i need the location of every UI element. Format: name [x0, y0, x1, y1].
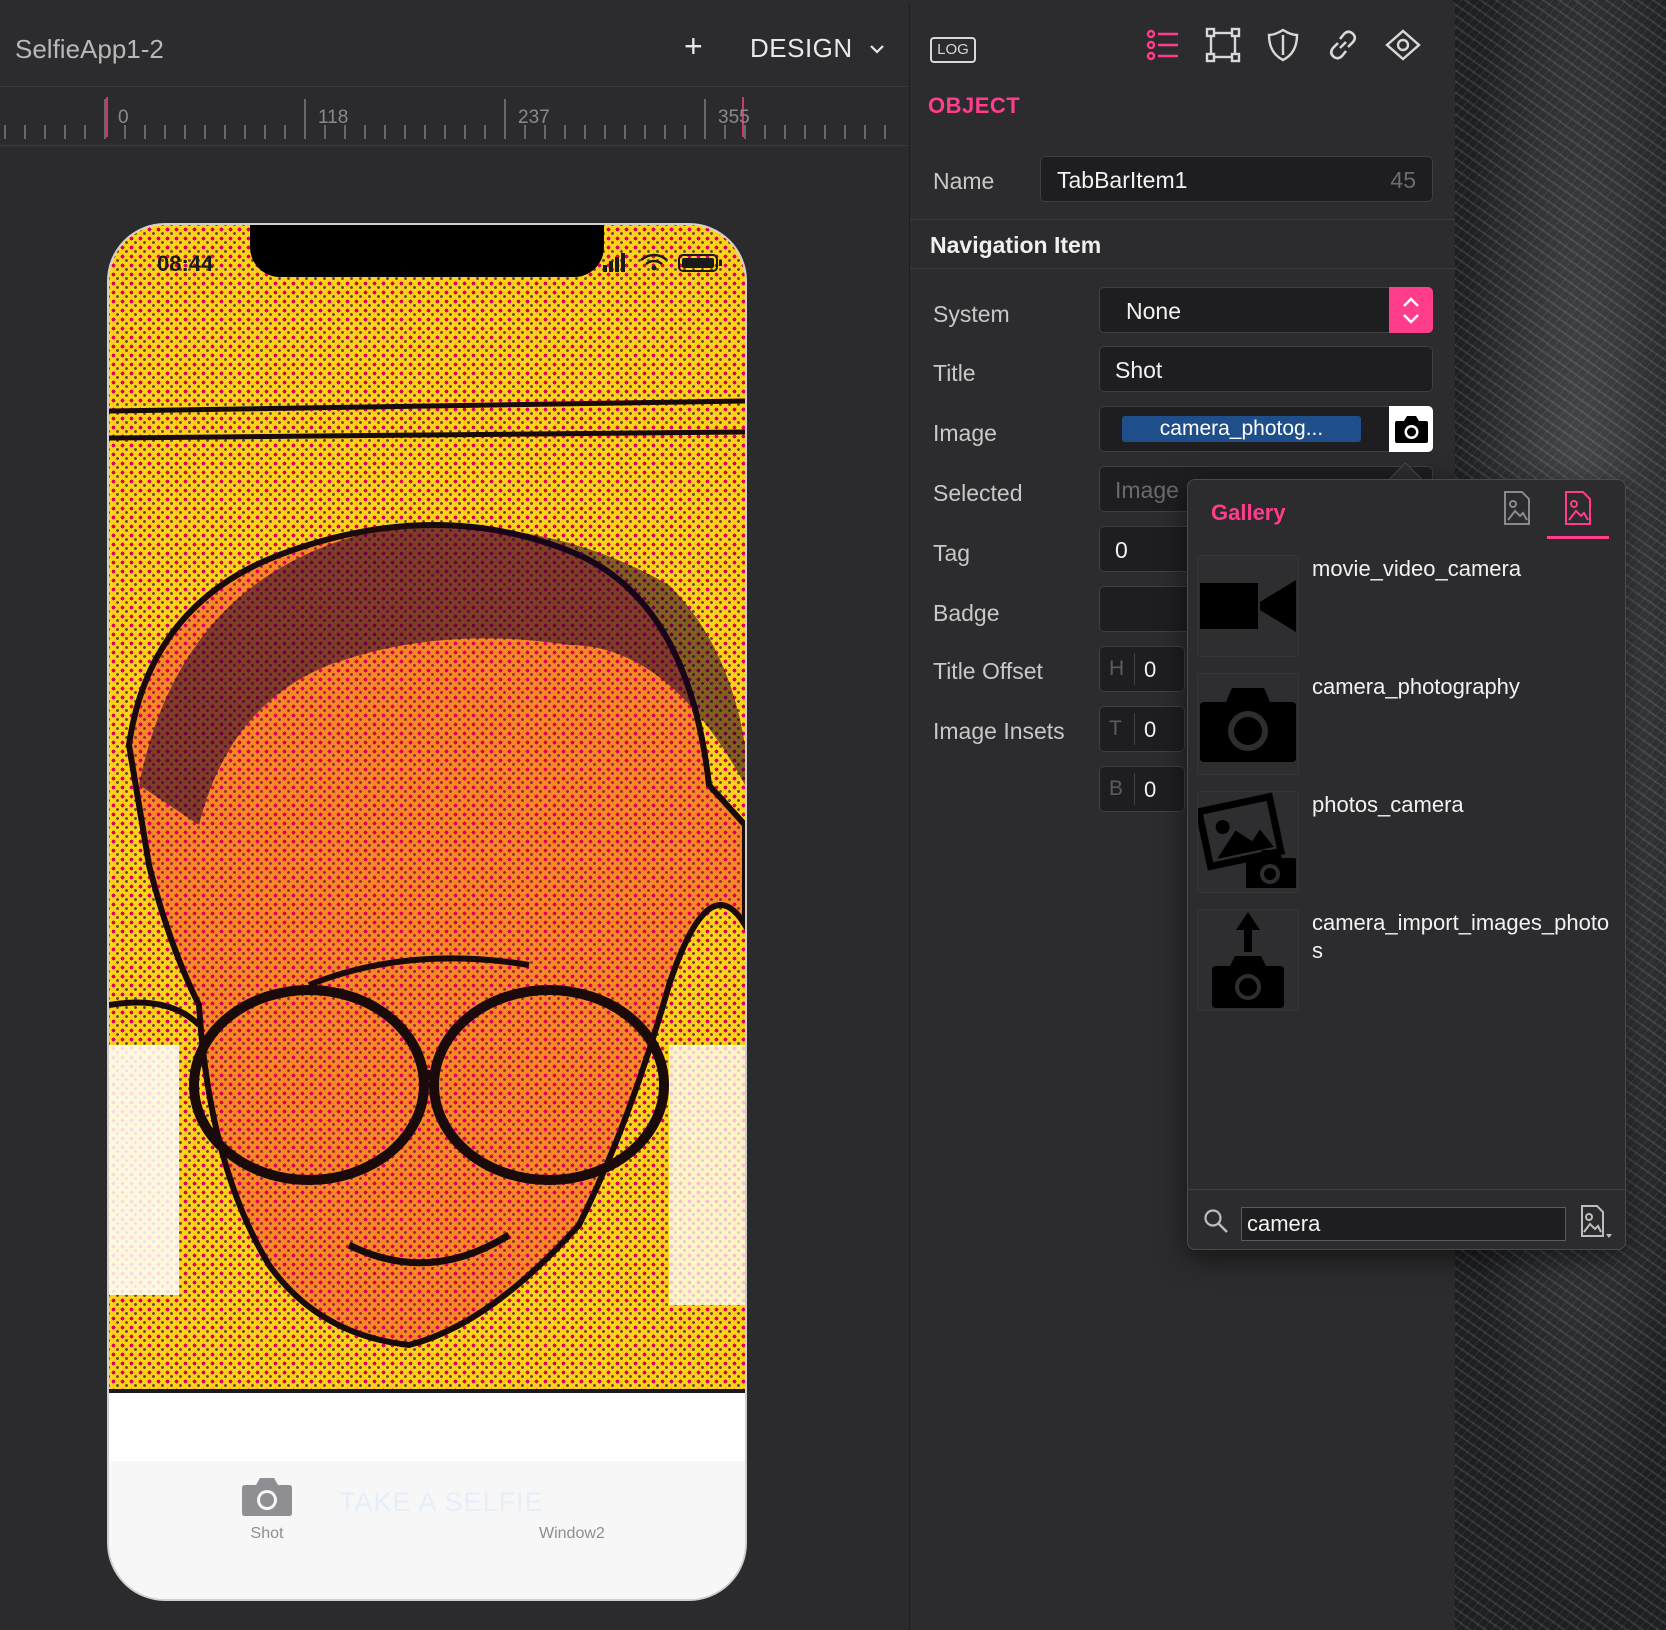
frame-icon[interactable]: [1205, 27, 1241, 63]
image-library-icon[interactable]: [1562, 490, 1594, 526]
image-insets-t-value: 0: [1144, 717, 1157, 742]
shield-icon[interactable]: [1265, 27, 1301, 63]
design-mode-button[interactable]: DESIGN: [750, 33, 853, 64]
selfie-image: [109, 225, 745, 1393]
section-object-heading: OBJECT: [928, 93, 1021, 118]
tag-value: 0: [1115, 537, 1128, 563]
name-value: TabBarItem1: [1057, 167, 1188, 193]
gallery-title: Gallery: [1211, 500, 1286, 525]
gallery-item-label: camera_import_images_photos: [1312, 910, 1610, 963]
tab-bar: Shot TAKE A SELFIE Window2: [109, 1461, 745, 1599]
gallery-item-camera-import-images-photos[interactable]: camera_import_images_photos: [1197, 909, 1617, 1011]
separator: [1134, 773, 1135, 805]
movie-video-camera-icon: [1197, 555, 1299, 657]
gallery-item-photos-camera[interactable]: photos_camera: [1197, 791, 1617, 893]
gallery-search-input[interactable]: [1241, 1207, 1566, 1241]
add-button[interactable]: +: [684, 28, 703, 65]
selected-label: Selected: [933, 480, 1023, 506]
t-prefix: T: [1109, 717, 1122, 740]
image-insets-label: Image Insets: [933, 718, 1065, 744]
name-field[interactable]: TabBarItem1 45: [1040, 156, 1433, 202]
image-import-icon[interactable]: [1578, 1204, 1614, 1240]
gallery-item-camera-photography[interactable]: camera_photography: [1197, 673, 1617, 775]
wifi-icon: [640, 253, 668, 266]
status-icons: [603, 253, 722, 272]
image-insets-t-field[interactable]: T 0: [1099, 706, 1185, 752]
link-icon[interactable]: [1325, 27, 1361, 63]
tab-window2[interactable]: Window2: [539, 1525, 605, 1543]
select-stepper[interactable]: [1389, 287, 1433, 333]
active-tab-indicator: [1547, 536, 1609, 539]
title-offset-h-field[interactable]: H 0: [1099, 646, 1185, 692]
camera-import-icon: [1197, 909, 1299, 1011]
chevron-down-icon[interactable]: [868, 40, 886, 58]
search-icon: [1204, 1209, 1228, 1233]
camera-photography-icon: [1197, 673, 1299, 775]
b-prefix: B: [1109, 777, 1124, 800]
gallery-item-label: photos_camera: [1312, 792, 1464, 817]
title-offset-h-value: 0: [1144, 657, 1157, 682]
divider: [910, 268, 1455, 269]
image-field[interactable]: camera_photog...: [1099, 406, 1433, 452]
status-time: 08:44: [157, 251, 214, 276]
tab-shot[interactable]: Shot: [234, 1525, 300, 1543]
separator: [1134, 653, 1135, 685]
ruler-ticks: [4, 97, 886, 139]
gallery-item-movie-video-camera[interactable]: movie_video_camera: [1197, 555, 1617, 657]
phone-notch: [250, 225, 604, 277]
tag-label: Tag: [933, 540, 971, 566]
title-offset-label: Title Offset: [933, 658, 1043, 684]
project-title: SelfieApp1-2: [15, 34, 164, 64]
system-select[interactable]: None: [1099, 287, 1433, 333]
image-picker-button[interactable]: [1389, 406, 1433, 452]
system-value: None: [1126, 298, 1181, 324]
ruler-label-237: 237: [518, 107, 550, 128]
camera-icon[interactable]: [241, 1475, 293, 1517]
section-navigation-item: Navigation Item: [930, 232, 1102, 258]
divider: [910, 219, 1455, 220]
image-insets-b-value: 0: [1144, 777, 1157, 802]
system-label: System: [933, 301, 1010, 327]
design-canvas[interactable]: SelfieApp1-2 + DESIGN 0 118 237 355 08:4…: [0, 0, 907, 1630]
take-selfie-label: TAKE A SELFIE: [339, 1487, 544, 1517]
phone-preview[interactable]: 08:44 Shot TAKE A SELFIE Window2: [107, 223, 747, 1601]
canvas-header: SelfieApp1-2 + DESIGN: [0, 0, 907, 87]
title-label: Title: [933, 360, 976, 386]
name-count: 45: [1390, 167, 1416, 193]
ruler-label-0: 0: [118, 107, 129, 128]
image-label: Image: [933, 420, 997, 446]
selfie-portrait-lines: [109, 398, 745, 1393]
cellular-icon: [603, 253, 625, 272]
image-file-icon[interactable]: [1501, 490, 1533, 526]
camera-icon: [1395, 416, 1428, 443]
gallery-item-label: movie_video_camera: [1312, 556, 1522, 581]
gallery-item-label: camera_photography: [1312, 674, 1520, 699]
horizontal-ruler: 0 118 237 355: [0, 87, 907, 146]
list-icon[interactable]: [1145, 27, 1181, 63]
image-insets-b-field[interactable]: B 0: [1099, 766, 1185, 812]
h-prefix: H: [1109, 657, 1125, 680]
eye-icon[interactable]: [1385, 27, 1421, 63]
gallery-popover: Gallery movie_video_camera camera_photog…: [1187, 479, 1626, 1250]
name-label: Name: [933, 168, 995, 194]
chevron-updown-icon: [1403, 297, 1419, 324]
image-chip[interactable]: camera_photog...: [1122, 416, 1361, 442]
ruler-label-355: 355: [718, 107, 750, 128]
ruler-label-118: 118: [318, 107, 349, 128]
gallery-search-bar: [1188, 1189, 1625, 1250]
photos-camera-icon: [1197, 791, 1299, 893]
log-button[interactable]: LOG: [930, 37, 976, 63]
battery-icon: [678, 254, 722, 272]
title-value: Shot: [1115, 357, 1163, 383]
selected-placeholder: Image: [1115, 477, 1179, 503]
badge-label: Badge: [933, 600, 1000, 626]
title-field[interactable]: Shot: [1099, 346, 1433, 392]
separator: [1134, 713, 1135, 745]
